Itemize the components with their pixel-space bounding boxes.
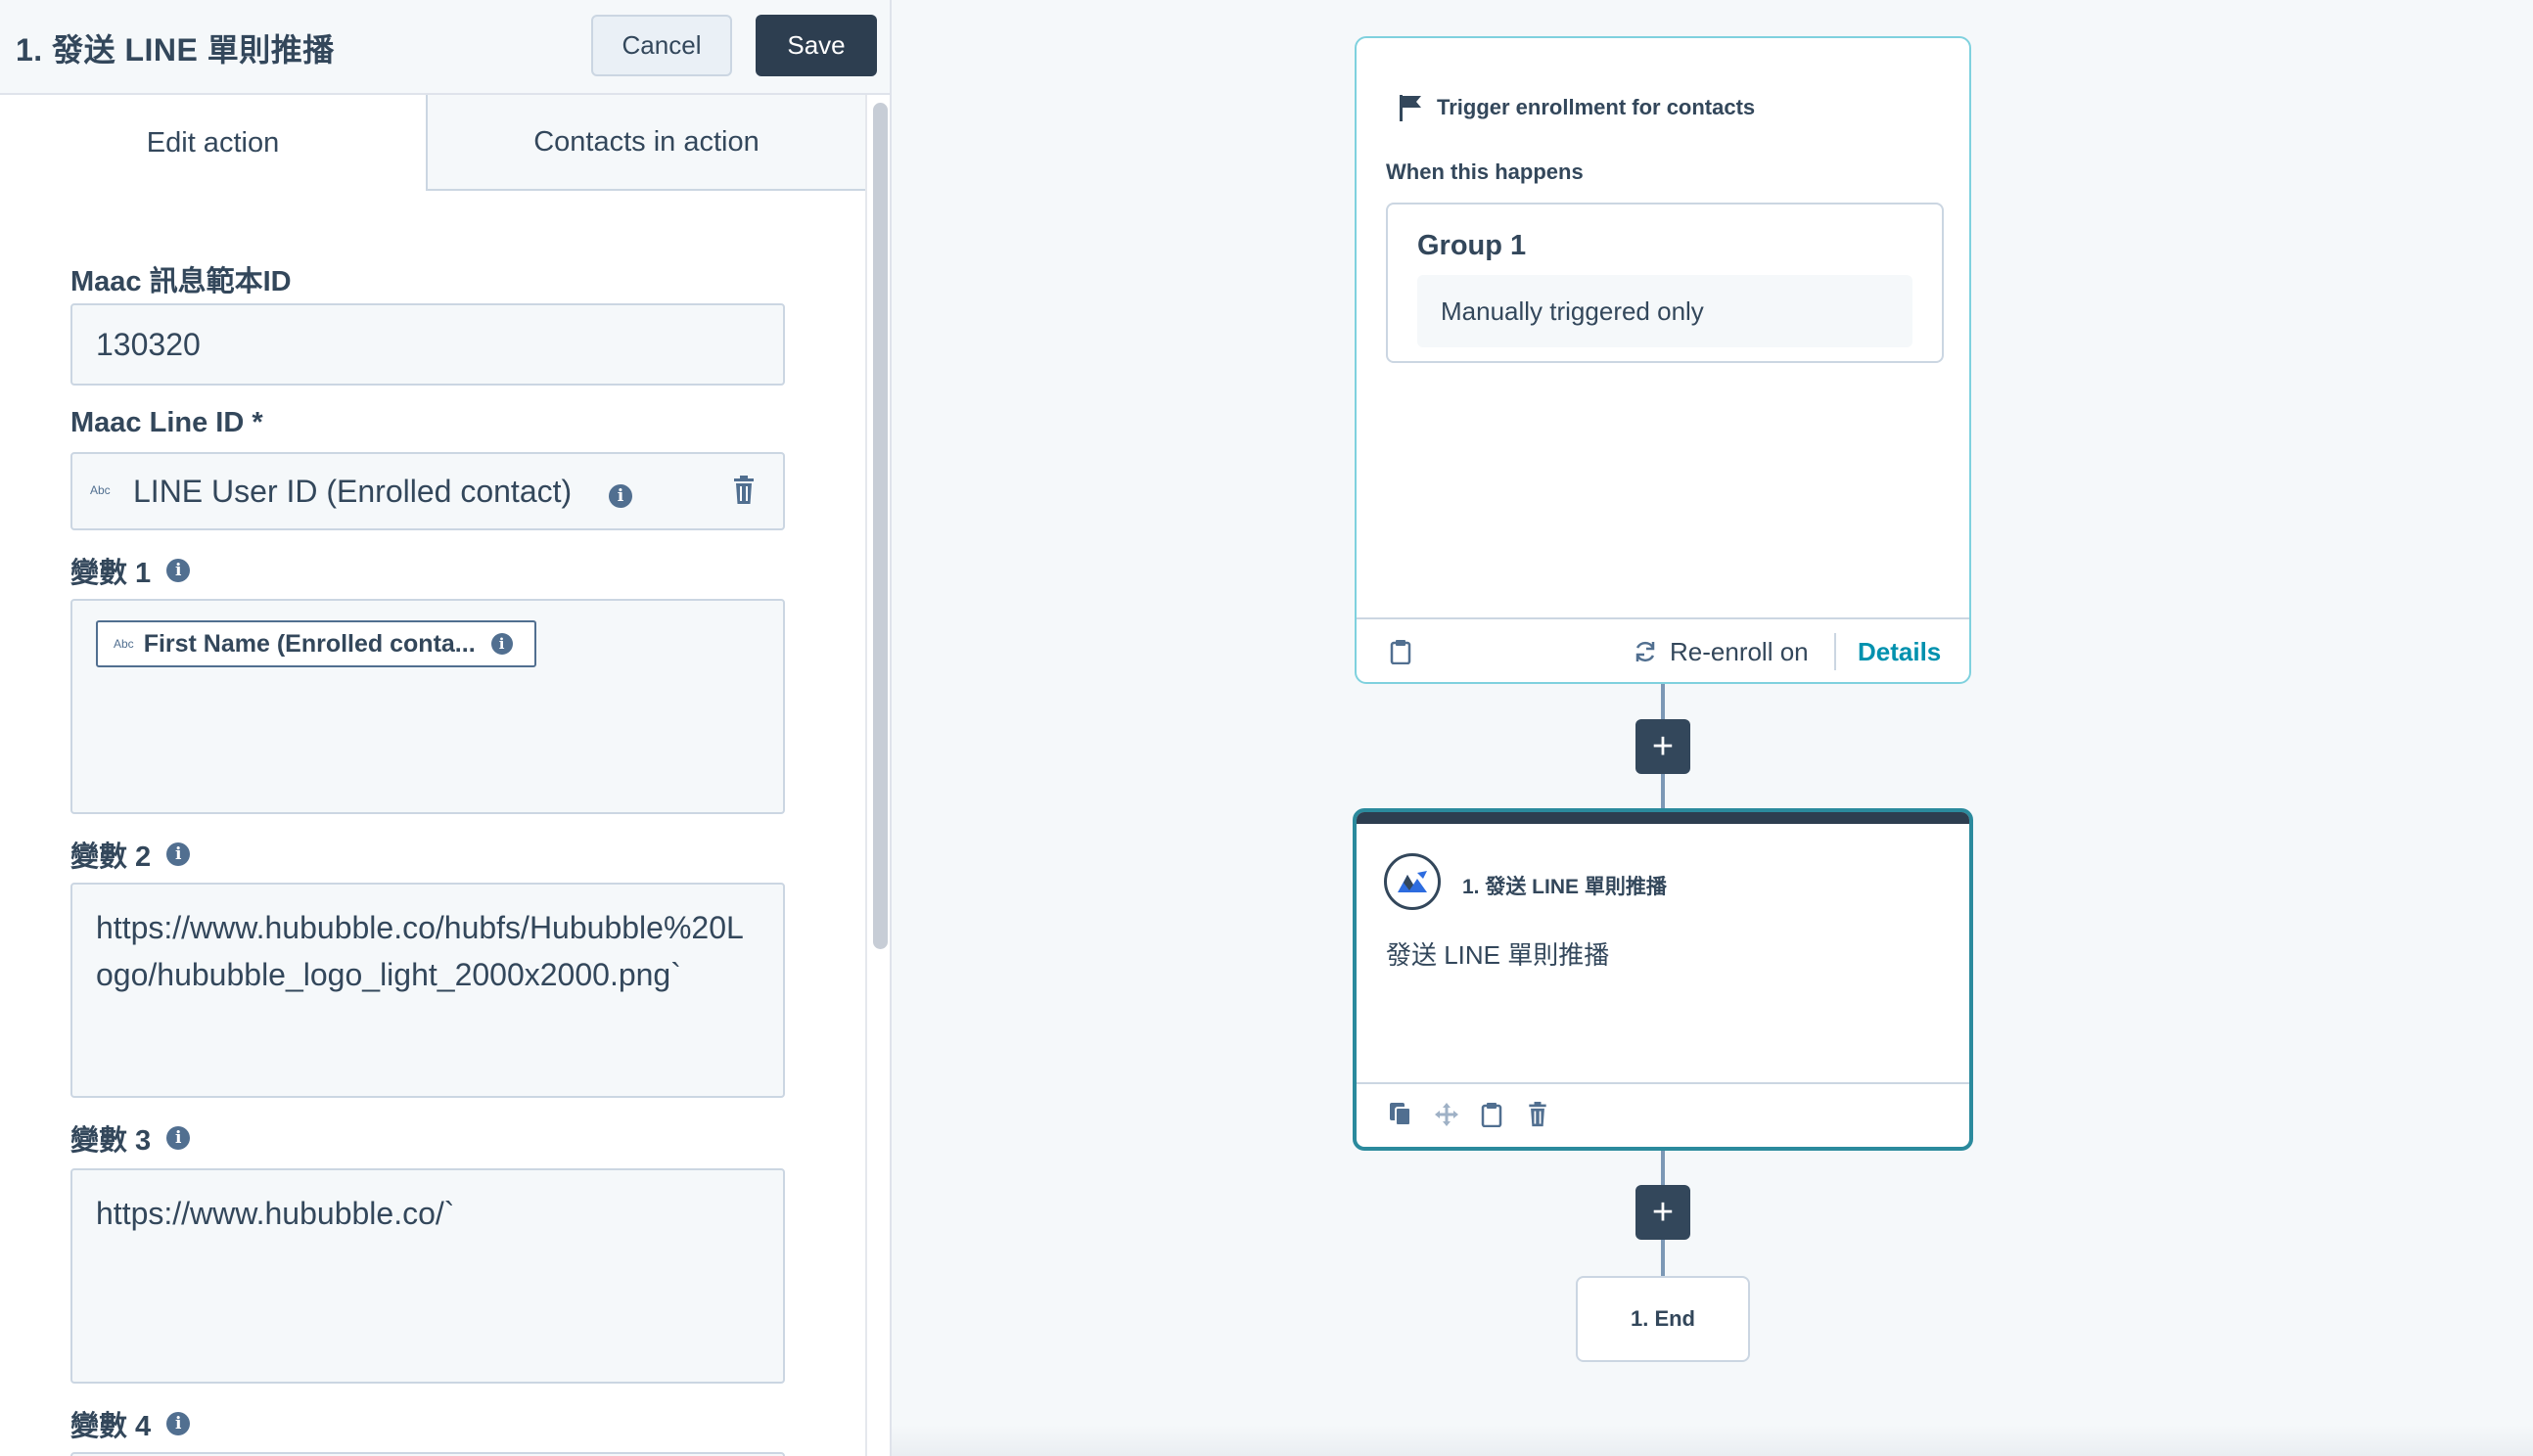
connector-line bbox=[1661, 684, 1665, 719]
token-label: First Name (Enrolled conta... bbox=[143, 629, 476, 658]
re-enroll-status: Re-enroll on bbox=[1633, 619, 1809, 684]
template-id-label-text: Maac 訊息範本ID bbox=[70, 266, 292, 297]
action-card-selected[interactable]: 1. 發送 LINE 單則推播 發送 LINE 單則推播 bbox=[1353, 808, 1973, 1151]
clipboard-icon[interactable] bbox=[1390, 639, 1411, 664]
personalization-token-chip[interactable]: Abc First Name (Enrolled conta... i bbox=[96, 620, 536, 667]
variable-2-value: https://www.hububble.co/hubfs/Hububble%2… bbox=[96, 910, 744, 992]
variable-1-input[interactable]: Abc First Name (Enrolled conta... i bbox=[70, 599, 785, 814]
info-icon[interactable]: i bbox=[166, 1412, 191, 1435]
trigger-group[interactable]: Group 1 Manually triggered only bbox=[1386, 203, 1944, 363]
move-icon[interactable] bbox=[1432, 1100, 1461, 1129]
connector-line bbox=[1661, 774, 1665, 808]
info-icon[interactable]: i bbox=[166, 559, 191, 582]
canvas-bottom-edge bbox=[892, 1425, 2533, 1456]
action-edit-panel: 1. 發送 LINE 單則推播 Cancel Save Edit action … bbox=[0, 0, 892, 1456]
info-icon[interactable]: i bbox=[166, 842, 191, 866]
template-id-value: 130320 bbox=[96, 327, 201, 362]
re-enroll-label: Re-enroll on bbox=[1670, 636, 1809, 666]
cancel-button[interactable]: Cancel bbox=[591, 15, 732, 76]
trigger-heading-text: Trigger enrollment for contacts bbox=[1437, 95, 1756, 119]
variable-3-label: 變數 3 i bbox=[70, 1117, 191, 1159]
info-icon[interactable]: i bbox=[609, 484, 632, 508]
details-link[interactable]: Details bbox=[1858, 619, 1941, 684]
line-id-label: Maac Line ID * bbox=[70, 407, 263, 439]
panel-header: 1. 發送 LINE 單則推播 Cancel Save bbox=[0, 0, 890, 95]
maac-logo-icon bbox=[1384, 853, 1441, 910]
trigger-heading: Trigger enrollment for contacts bbox=[1398, 93, 1755, 122]
template-id-label: Maac 訊息範本ID bbox=[70, 258, 292, 299]
variable-4-textarea[interactable] bbox=[70, 1452, 785, 1456]
variable-1-label: 變數 1 i bbox=[70, 550, 191, 591]
tab-contacts-in-action[interactable]: Contacts in action bbox=[428, 95, 865, 191]
panel-title: 1. 發送 LINE 單則推播 bbox=[16, 32, 335, 68]
variable-2-label: 變數 2 i bbox=[70, 834, 191, 875]
variable-2-label-text: 變數 2 bbox=[70, 842, 152, 873]
scrollbar-thumb[interactable] bbox=[873, 103, 888, 949]
info-icon[interactable]: i bbox=[490, 633, 513, 655]
trigger-condition: Manually triggered only bbox=[1417, 275, 1912, 347]
connector-line bbox=[1661, 1151, 1665, 1185]
trigger-card[interactable]: Trigger enrollment for contacts When thi… bbox=[1355, 36, 1971, 684]
group-title: Group 1 bbox=[1417, 230, 1527, 261]
panel-scrollbar[interactable] bbox=[865, 95, 890, 1456]
when-this-happens-label: When this happens bbox=[1386, 159, 1584, 184]
trigger-card-footer: Re-enroll on Details bbox=[1357, 617, 1969, 684]
variable-3-textarea[interactable]: https://www.hububble.co/` bbox=[70, 1168, 785, 1384]
text-type-badge: Abc bbox=[114, 637, 134, 651]
line-id-label-text: Maac Line ID * bbox=[70, 407, 263, 438]
refresh-icon bbox=[1635, 641, 1655, 662]
trash-icon[interactable] bbox=[732, 476, 756, 505]
action-card-toolbar bbox=[1357, 1082, 1969, 1147]
variable-3-value: https://www.hububble.co/` bbox=[96, 1196, 455, 1231]
line-id-token-value: LINE User ID (Enrolled contact) bbox=[133, 474, 573, 509]
variable-2-textarea[interactable]: https://www.hububble.co/hubfs/Hububble%2… bbox=[70, 883, 785, 1098]
flag-icon bbox=[1400, 95, 1421, 121]
trash-icon[interactable] bbox=[1523, 1100, 1552, 1129]
variable-4-label: 變數 4 i bbox=[70, 1403, 191, 1444]
add-action-button[interactable]: + bbox=[1635, 719, 1690, 774]
action-title: 1. 發送 LINE 單則推播 bbox=[1462, 876, 1667, 898]
footer-divider bbox=[1834, 633, 1836, 670]
clipboard-icon[interactable] bbox=[1477, 1100, 1506, 1129]
action-card-topbar bbox=[1357, 812, 1969, 824]
line-id-field[interactable]: Abc LINE User ID (Enrolled contact) i bbox=[70, 452, 785, 530]
text-type-badge: Abc bbox=[90, 483, 111, 497]
info-icon[interactable]: i bbox=[166, 1126, 191, 1150]
add-action-button[interactable]: + bbox=[1635, 1185, 1690, 1240]
template-id-input[interactable]: 130320 bbox=[70, 303, 785, 386]
end-node[interactable]: 1. End bbox=[1576, 1276, 1750, 1362]
panel-tabs: Edit action Contacts in action bbox=[0, 95, 865, 191]
tab-edit-action[interactable]: Edit action bbox=[0, 95, 428, 191]
variable-1-label-text: 變數 1 bbox=[70, 558, 152, 589]
connector-line bbox=[1661, 1240, 1665, 1276]
copy-icon[interactable] bbox=[1386, 1100, 1415, 1129]
variable-3-label-text: 變數 3 bbox=[70, 1125, 152, 1157]
variable-4-label-text: 變數 4 bbox=[70, 1411, 152, 1442]
action-description: 發送 LINE 單則推播 bbox=[1386, 940, 1610, 970]
save-button[interactable]: Save bbox=[756, 15, 877, 76]
